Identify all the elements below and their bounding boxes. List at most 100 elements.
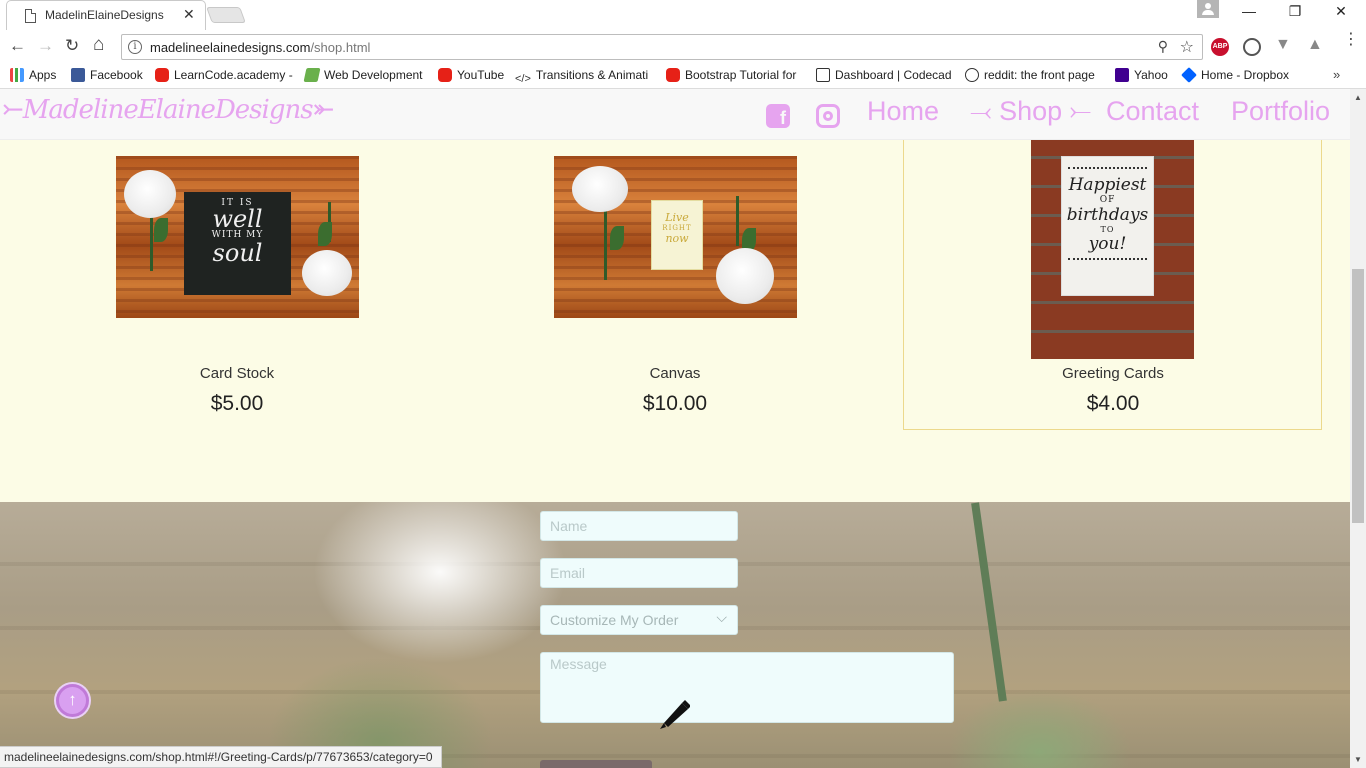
bookmark-label: Apps [29,68,57,82]
bookmark-label: Dashboard | Codecad [835,68,952,82]
product-name[interactable]: Canvas [438,365,912,382]
reload-icon[interactable]: ↻ [65,36,79,56]
product-canvas[interactable]: Live RIGHT now Canvas $10.00 [438,140,912,440]
url-path: /shop.html [310,40,371,55]
site-logo[interactable]: ⤚MadelineElaineDesigns⤜ [2,95,334,125]
art-text: RIGHT [662,224,692,232]
bookmark-transitions[interactable]: </> Transitions & Animati [515,68,648,87]
bookmark-web-development[interactable]: Web Development [303,68,423,82]
chrome-menu-icon[interactable]: ⋮ [1343,32,1359,48]
scroll-down-icon[interactable]: ▼ [1354,755,1362,764]
scroll-to-top-button[interactable] [56,684,89,717]
bookmark-facebook[interactable]: Facebook [71,68,143,82]
product-image[interactable]: Live RIGHT now [554,156,797,318]
youtube-icon [666,68,680,82]
flower [572,166,628,212]
greeting-card-art: Happiest OF birthdays TO you! [1061,156,1154,296]
product-price: $5.00 [210,392,264,415]
zoom-icon[interactable]: ⚲ [1158,38,1168,55]
page-scrollbar[interactable]: ▲ ▼ [1350,89,1366,768]
art-text: Happiest [1068,175,1147,195]
url-host: madelineelainedesigns.com [150,40,311,55]
contact-section: Name Email Customize My Order Message [0,502,1350,768]
more-bookmarks-icon[interactable]: » [1333,67,1340,82]
bookmark-label: Bootstrap Tutorial for [685,68,797,82]
close-window-button[interactable]: ✕ [1318,3,1364,20]
nav-shop[interactable]: ⤙ Shop ⤚ [970,96,1091,128]
home-icon[interactable]: ⌂ [93,34,104,56]
leaf [154,218,168,242]
code-icon: </> [515,73,531,85]
bookmark-label: LearnCode.academy - [174,68,293,82]
site-header: ⤚MadelineElaineDesigns⤜ f Home ⤙ Shop ⤚ … [0,89,1350,140]
instagram-icon[interactable] [816,104,840,128]
forward-icon[interactable]: → [37,36,54,56]
bookmark-label: YouTube [457,68,505,82]
codecademy-icon [816,68,830,82]
bookmark-label: Home - Dropbox [1201,68,1290,82]
art-text: you! [1088,234,1127,254]
art-text: now [665,232,689,245]
product-greeting-cards[interactable]: Happiest OF birthdays TO you! Greeting C… [876,140,1350,440]
nav-home[interactable]: Home [867,96,939,127]
url-text[interactable]: madelineelainedesigns.com/shop.html [150,40,370,55]
email-input[interactable]: Email [540,558,738,588]
bookmark-reddit[interactable]: reddit: the front page [965,68,1095,82]
bookmark-yahoo[interactable]: Yahoo [1115,68,1168,82]
sync-extension-icon[interactable] [1243,38,1261,56]
profile-icon[interactable] [1197,0,1219,18]
customize-order-select[interactable]: Customize My Order [540,605,738,635]
tab-close-icon[interactable]: ✕ [183,6,195,23]
address-bar[interactable]: i madelineelainedesigns.com/shop.html ⚲ … [121,34,1203,60]
drive-extension-icon[interactable]: ▲ [1307,36,1325,54]
bookmark-youtube[interactable]: YouTube [438,68,504,82]
art-text: OF [1099,195,1116,205]
bookmark-apps[interactable]: Apps [10,68,56,82]
flower [124,170,176,218]
scrollbar-thumb[interactable] [1352,269,1364,523]
youtube-icon [155,68,169,82]
pencil-icon [660,700,690,729]
back-icon[interactable]: ← [9,36,26,56]
background-flower-stem [971,502,1007,702]
info-icon[interactable]: i [128,40,142,54]
tab-strip: MadelinElaineDesigns ✕ — ❐ ✕ [0,0,1366,33]
bookmark-star-icon[interactable]: ☆ [1180,37,1194,57]
dropbox-icon [1181,67,1197,83]
restore-button[interactable]: ❐ [1272,3,1318,20]
product-image[interactable]: Happiest OF birthdays TO you! [1031,140,1194,359]
art-text: birthdays [1066,205,1149,225]
apps-icon [10,68,24,82]
facebook-icon[interactable]: f [766,104,790,128]
product-name[interactable]: Card Stock [0,365,474,382]
bookmark-learncode[interactable]: LearnCode.academy - [155,68,293,82]
browser-tab[interactable]: MadelinElaineDesigns ✕ [6,0,206,30]
bookmark-label: Facebook [90,68,143,82]
product-price: $10.00 [642,392,708,415]
nav-contact[interactable]: Contact [1106,96,1199,127]
vimeo-extension-icon[interactable]: ▼ [1275,36,1293,54]
minimize-button[interactable]: — [1226,3,1272,19]
nav-portfolio[interactable]: Portfolio [1231,96,1330,127]
product-price: $4.00 [1086,392,1140,415]
bookmark-codecademy[interactable]: Dashboard | Codecad [816,68,952,82]
product-name[interactable]: Greeting Cards [876,365,1350,382]
yahoo-icon [1115,68,1129,82]
bookmark-label: reddit: the front page [984,68,1095,82]
product-card-stock[interactable]: IT IS well WITH MY soul Card Stock $5.00 [0,140,474,440]
product-image[interactable]: IT IS well WITH MY soul [116,156,359,318]
message-textarea[interactable]: Message [540,652,954,723]
chalkboard-art: IT IS well WITH MY soul [184,192,291,295]
flower-stem [736,196,739,246]
adblock-plus-icon[interactable]: ABP [1211,38,1229,56]
bookmark-dropbox[interactable]: Home - Dropbox [1181,67,1290,83]
scroll-up-icon[interactable]: ▲ [1354,93,1362,102]
bookmark-bootstrap[interactable]: Bootstrap Tutorial for [666,68,796,82]
submit-button[interactable] [540,760,652,768]
page-viewport: ⤚MadelineElaineDesigns⤜ f Home ⤙ Shop ⤚ … [0,89,1350,768]
floral-border [1068,161,1147,169]
bookmarks-bar: Apps Facebook LearnCode.academy - Web De… [0,63,1366,89]
name-input[interactable]: Name [540,511,738,541]
new-tab-button[interactable] [206,7,246,23]
facebook-icon [71,68,85,82]
